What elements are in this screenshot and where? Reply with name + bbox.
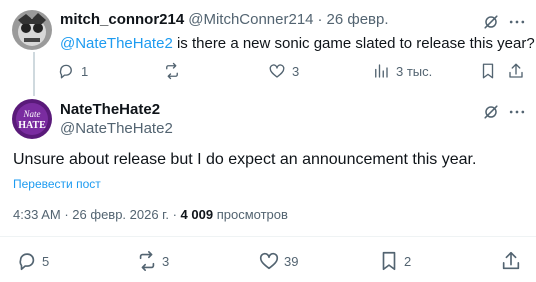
main-grok-button[interactable] [481,102,501,122]
main-like-count: 39 [284,253,299,269]
reply-share-button[interactable] [507,62,525,80]
reply-icon [59,64,72,79]
bookmark-icon [482,63,494,79]
divider [0,236,536,237]
main-reply-count: 5 [42,253,50,269]
reply-date[interactable]: 26 февр. [327,11,389,28]
reply-like-count: 3 [292,63,300,79]
reply-handle[interactable]: @MitchConner214 [188,11,313,28]
repost-icon [166,62,178,80]
reply-text: @NateTheHate2 is there a new sonic game … [60,35,535,52]
main-handle[interactable]: @NateTheHate2 [60,120,173,137]
repost-icon [139,251,155,271]
grok-icon [484,15,498,29]
avatar-mitch[interactable] [12,10,52,50]
main-like-button[interactable]: 39 [258,250,298,272]
reply-icon [19,253,35,271]
translate-post-link[interactable]: Перевести пост [13,177,101,191]
reply-views-button[interactable]: 3 тыс. [372,62,432,80]
reply-reply-count: 1 [81,63,89,79]
reply-mention[interactable]: @NateTheHate2 [60,35,173,52]
reply-bookmark-button[interactable] [479,62,497,80]
main-reply-button[interactable]: 5 [16,250,49,272]
meta-separator: · [64,207,69,222]
reply-views-count: 3 тыс. [396,63,433,79]
like-icon [259,252,279,270]
reply-more-button[interactable] [507,12,527,32]
main-share-button[interactable] [500,250,522,272]
main-tweet-text: Unsure about release but I do expect an … [13,151,477,168]
bookmark-icon [382,251,396,271]
meta-separator-2: · [172,207,177,222]
avatar-text-bottom: HATE [18,120,46,131]
tweet-time[interactable]: 4:33 AM [13,207,61,222]
main-bookmark-count: 2 [404,253,412,269]
views-label: просмотров [216,207,288,222]
reply-grok-button[interactable] [481,12,501,32]
tweet-date[interactable]: 26 февр. 2026 г. [72,207,169,222]
reply-separator: · [317,11,323,28]
main-display-name[interactable]: NateTheHate2 [60,101,160,118]
avatar-text-top: Nate [23,109,41,119]
more-icon [509,110,525,114]
thread-line [33,52,35,96]
more-icon [509,20,525,24]
reply-text-body: is there a new sonic game slated to rele… [172,35,535,52]
views-icon [375,64,388,78]
share-icon [502,251,520,270]
reply-reply-button[interactable]: 1 [57,62,88,80]
share-icon [509,63,523,78]
views-count: 4 009 [180,207,214,222]
tweet-meta: 4:33 AM · 26 февр. 2026 г. · 4 009 просм… [13,207,288,222]
like-icon [269,64,285,78]
reply-display-name[interactable]: mitch_connor214 [60,11,184,28]
main-bookmark-button[interactable]: 2 [378,250,411,272]
main-more-button[interactable] [507,102,527,122]
reply-header: mitch_connor214 @MitchConner214 · 26 фев… [60,11,389,28]
main-repost-count: 3 [162,253,170,269]
avatar-natethehate[interactable]: Nate HATE [12,99,52,139]
reply-like-button[interactable]: 3 [268,62,299,80]
grok-icon [484,105,498,119]
reply-repost-button[interactable] [163,62,187,80]
main-repost-button[interactable]: 3 [136,250,169,272]
